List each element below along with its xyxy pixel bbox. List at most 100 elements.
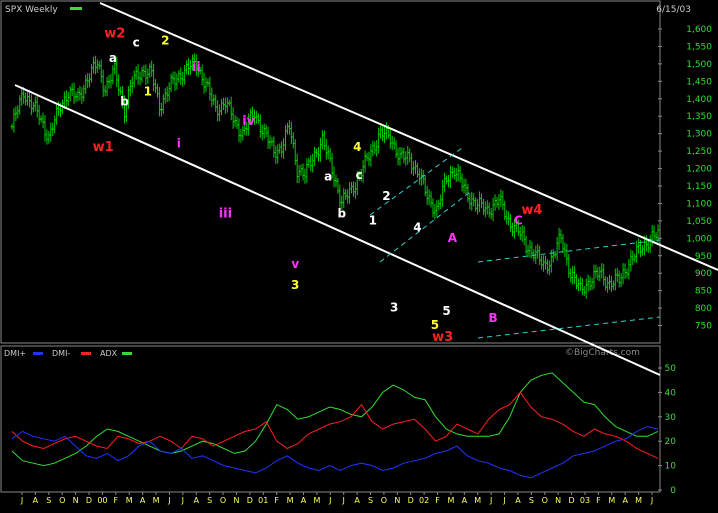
chart-container: SPX Weekly 6/15/03 ©BigCharts.com DMI+ D…	[0, 0, 718, 509]
wave-label: 4	[413, 220, 421, 234]
x-tick-label: O	[381, 496, 387, 505]
wave-label: 3	[390, 301, 398, 315]
price-tick-label: 1,250	[686, 147, 712, 157]
x-tick-label: J	[489, 496, 492, 505]
price-tick-label: 950	[695, 252, 712, 262]
price-tick-label: 1,100	[686, 199, 712, 209]
wave-label: B	[489, 311, 498, 325]
x-tick-label: 03	[580, 496, 590, 505]
x-tick-label: J	[328, 496, 331, 505]
x-tick-label: A	[140, 496, 146, 505]
wave-label: a	[324, 170, 332, 184]
legend-dmi-minus-label: DMI-	[52, 349, 70, 358]
x-tick-label: F	[596, 496, 601, 505]
wave-label: 3	[291, 278, 299, 292]
chart-title: SPX Weekly	[5, 5, 58, 15]
dmi-y-axis: 50 40 30 20 10 0	[658, 364, 676, 496]
wave-label: w3	[432, 330, 453, 345]
x-tick-label: A	[33, 496, 39, 505]
legend-dmi-plus-swatch	[33, 352, 43, 355]
price-tick-label: 1,550	[686, 42, 712, 52]
x-tick-label: M	[635, 496, 642, 505]
chart-svg: SPX Weekly 6/15/03 ©BigCharts.com DMI+ D…	[0, 0, 718, 505]
x-tick-label: M	[313, 496, 320, 505]
x-tick-label: O	[59, 496, 65, 505]
x-tick-label: A	[194, 496, 200, 505]
dmi-tick-label: 0	[670, 486, 676, 496]
wave-label: 5	[442, 304, 450, 318]
price-tick-label: 1,150	[686, 182, 712, 192]
dmi-tick-label: 30	[665, 413, 677, 423]
x-tick-label: F	[274, 496, 279, 505]
wave-label: iv	[242, 114, 255, 129]
wave-label: v	[291, 257, 299, 271]
x-tick-label: 01	[258, 496, 268, 505]
price-tick-label: 750	[695, 322, 712, 332]
wave-label: 1	[144, 84, 152, 98]
dmi-panel	[0, 345, 661, 493]
x-tick-label: S	[207, 496, 212, 505]
x-tick-label: D	[408, 496, 414, 505]
x-tick-label: N	[555, 496, 561, 505]
x-tick-label: M	[287, 496, 294, 505]
x-tick-label: J	[20, 496, 23, 505]
price-y-axis: 1,600 1,550 1,500 1,450 1,400 1,350 1,300 1,250…	[658, 25, 712, 332]
x-tick-label: M	[474, 496, 481, 505]
wave-label: ii	[192, 60, 201, 75]
price-tick-label: 1,450	[686, 77, 712, 87]
price-tick-label: 1,400	[686, 95, 712, 105]
wave-label: w4	[521, 203, 542, 218]
dmi-tick-label: 50	[665, 364, 677, 374]
title-swatch	[70, 7, 82, 10]
wave-label: b	[120, 95, 129, 109]
x-tick-label: 00	[97, 496, 107, 505]
legend-dmi-plus-label: DMI+	[4, 349, 26, 358]
x-tick-label: S	[46, 496, 51, 505]
x-tick-label: M	[608, 496, 615, 505]
wave-label: 2	[161, 34, 169, 48]
price-tick-label: 1,300	[686, 130, 712, 140]
x-tick-label: N	[233, 496, 239, 505]
price-tick-label: 1,000	[686, 234, 712, 244]
x-tick-label: J	[502, 496, 505, 505]
price-tick-label: 1,500	[686, 60, 712, 70]
wave-label: 1	[369, 213, 377, 227]
x-tick-label: M	[126, 496, 133, 505]
wave-label: a	[109, 51, 117, 65]
dmi-legend: DMI+ DMI- ADX	[4, 349, 132, 358]
x-tick-label: A	[462, 496, 468, 505]
wave-label: i	[177, 137, 181, 151]
x-axis: J A S O N D 00 F M A M J J A S O N D 01 F M A M J J A S O N D 02 F M A M J J…	[20, 492, 653, 505]
x-tick-label: M	[153, 496, 160, 505]
x-tick-label: J	[167, 496, 170, 505]
x-tick-label: N	[394, 496, 400, 505]
wave-label: 4	[353, 140, 361, 154]
wave-label: c	[356, 168, 363, 182]
x-tick-label: M	[447, 496, 454, 505]
chart-date: 6/15/03	[656, 5, 691, 15]
x-tick-label: 02	[419, 496, 429, 505]
x-tick-label: D	[568, 496, 574, 505]
legend-adx-swatch	[122, 352, 132, 355]
wave-label: w1	[93, 140, 114, 155]
x-tick-label: O	[220, 496, 226, 505]
price-tick-label: 1,350	[686, 112, 712, 122]
price-tick-label: 1,050	[686, 217, 712, 227]
dmi-tick-label: 10	[665, 462, 677, 472]
x-tick-label: J	[650, 496, 653, 505]
x-tick-label: S	[368, 496, 373, 505]
x-tick-label: O	[542, 496, 548, 505]
x-tick-label: A	[354, 496, 360, 505]
legend-adx-label: ADX	[100, 349, 118, 358]
x-tick-label: A	[301, 496, 307, 505]
wave-label: 2	[382, 189, 390, 203]
price-tick-label: 850	[695, 287, 712, 297]
x-tick-label: N	[73, 496, 79, 505]
x-tick-label: S	[529, 496, 534, 505]
wave-label: A	[448, 231, 458, 245]
x-tick-label: J	[342, 496, 345, 505]
dmi-tick-label: 20	[665, 437, 677, 447]
x-tick-label: A	[515, 496, 521, 505]
dmi-tick-label: 40	[665, 388, 677, 398]
x-tick-label: F	[435, 496, 440, 505]
